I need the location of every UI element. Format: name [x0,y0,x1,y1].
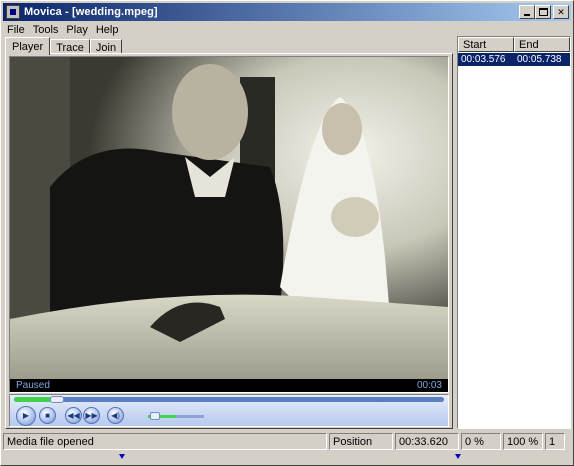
menu-help[interactable]: Help [92,24,123,36]
column-end[interactable]: End [514,37,570,52]
menu-tools[interactable]: Tools [29,24,63,36]
volume-track[interactable] [176,415,204,418]
app-icon[interactable] [6,5,20,19]
play-icon: ▶ [22,411,30,420]
video-frame-image [10,57,448,379]
minimize-button[interactable] [519,5,535,19]
window-controls: ✕ [519,5,569,19]
close-icon: ✕ [557,6,565,17]
video-status-bar: Paused 00:03 [10,379,448,392]
maximize-icon [538,8,548,16]
speaker-icon: ◀) [111,410,120,420]
status-bar: Media file opened Position 00:33.620 0 %… [3,433,571,450]
seek-bar[interactable] [14,396,444,403]
stop-button[interactable]: ■ [39,407,56,424]
tab-strip: Player Trace Join [5,37,123,55]
seek-thumb[interactable] [50,396,64,403]
maximize-button[interactable] [535,5,551,19]
title-bar[interactable]: Movica - [wedding.mpeg] ✕ [3,3,571,21]
position-value: 00:33.620 [395,433,459,450]
end-marker-icon[interactable] [455,454,461,459]
segment-list-header: Start End [458,37,570,52]
play-button[interactable]: ▶ [16,406,36,426]
minimize-icon [524,14,530,16]
menu-play[interactable]: Play [62,24,91,36]
menu-file[interactable]: File [3,24,29,36]
previous-button[interactable]: ◀◀ [65,407,82,424]
previous-icon: ◀◀ [67,410,80,420]
player-panel: Paused 00:03 ▶ ■ ◀◀ ▶▶ ◀) [5,53,453,429]
video-display[interactable]: Paused 00:03 [9,56,449,393]
playback-state: Paused [16,380,50,391]
segment-list[interactable]: Start End 00:03.576 00:05.738 [457,36,571,429]
main-window: Movica - [wedding.mpeg] ✕ File Tools Pla… [0,0,574,466]
playback-time: 00:03 [416,380,442,391]
close-button[interactable]: ✕ [553,5,569,19]
next-button[interactable]: ▶▶ [83,407,100,424]
tab-player[interactable]: Player [5,37,51,55]
status-message: Media file opened [3,433,327,450]
volume-thumb[interactable] [150,412,160,420]
next-icon: ▶▶ [85,410,98,420]
segment-end: 00:05.738 [517,54,562,65]
percent-end: 100 % [503,433,543,450]
window-title: Movica - [wedding.mpeg] [24,6,158,18]
segment-count: 1 [545,433,565,450]
stop-icon: ■ [45,410,50,420]
start-marker-icon[interactable] [119,454,125,459]
percent-start: 0 % [461,433,501,450]
transport-controls: ▶ ■ ◀◀ ▶▶ ◀) [9,394,449,427]
mute-button[interactable]: ◀) [107,407,124,424]
column-start[interactable]: Start [458,37,514,52]
segment-start: 00:03.576 [461,54,506,65]
segment-row[interactable]: 00:03.576 00:05.738 [458,53,570,66]
position-label: Position [329,433,393,450]
timeline-strip[interactable] [3,452,571,464]
